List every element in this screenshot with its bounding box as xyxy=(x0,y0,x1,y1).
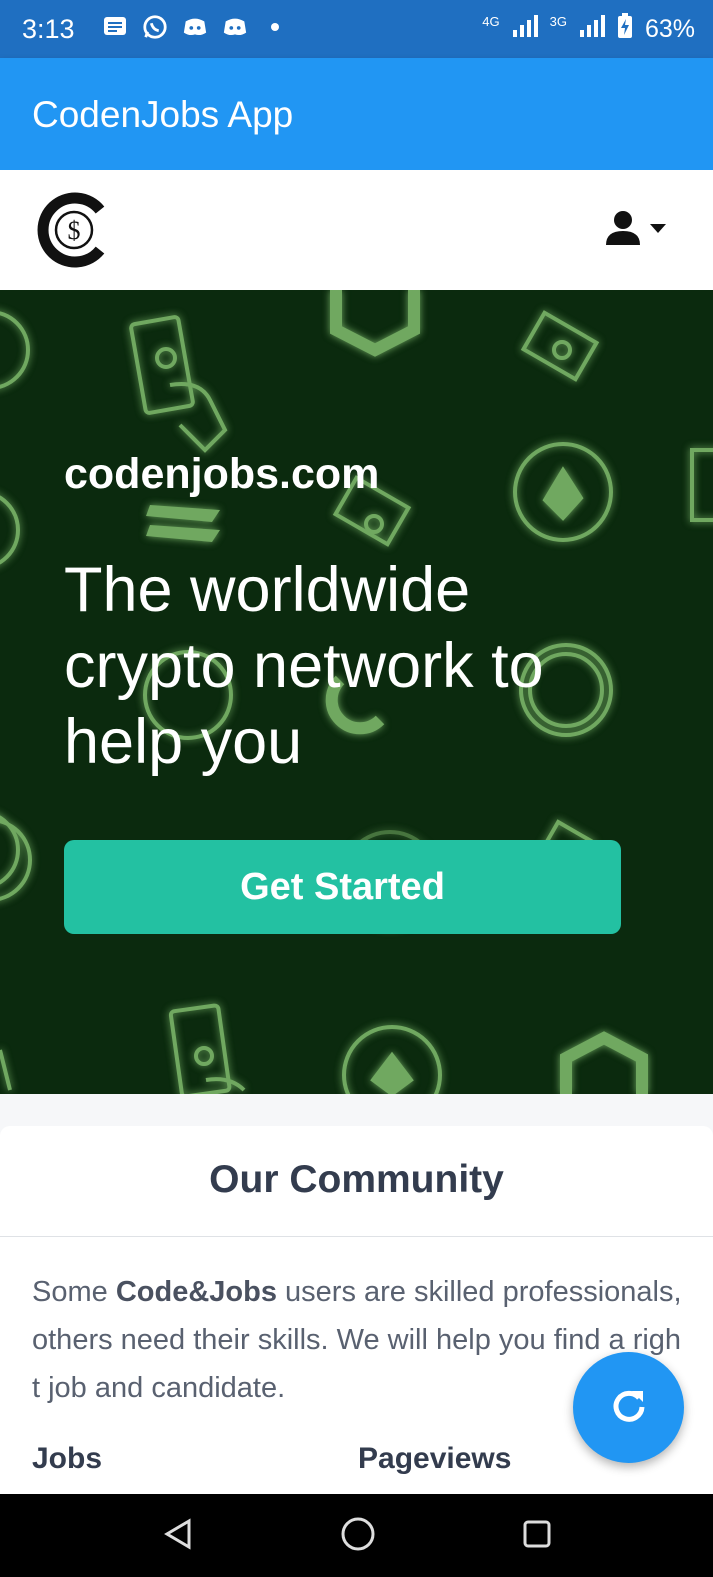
codenjobs-logo[interactable]: $ xyxy=(36,192,112,268)
caret-down-icon xyxy=(650,221,666,239)
message-icon xyxy=(102,14,128,40)
home-button[interactable] xyxy=(334,1512,382,1560)
system-icons: 4G 3G 63% xyxy=(482,13,695,46)
refresh-icon xyxy=(609,1385,649,1430)
notification-icons xyxy=(102,14,288,40)
discord-icon xyxy=(182,14,208,40)
network-3g-label: 3G xyxy=(549,14,567,29)
recents-button[interactable] xyxy=(513,1512,561,1560)
battery-charging-icon xyxy=(617,13,633,46)
site-header: $ xyxy=(0,170,713,291)
hero-domain: codenjobs.com xyxy=(64,450,380,498)
hero-headline: The worldwide crypto network to help you xyxy=(64,555,544,777)
whatsapp-icon xyxy=(142,14,168,40)
app-bar: CodenJobs App xyxy=(0,58,713,170)
network-4g-label: 4G xyxy=(482,14,500,29)
refresh-button[interactable] xyxy=(573,1352,684,1463)
community-brand: Code&Jobs xyxy=(115,1276,277,1308)
get-started-button[interactable]: Get Started xyxy=(64,840,621,934)
svg-text:$: $ xyxy=(68,216,81,245)
divider xyxy=(0,1236,713,1237)
community-text-pre: Some xyxy=(32,1276,116,1308)
home-icon xyxy=(340,1516,376,1557)
hero-section: codenjobs.com The worldwide crypto netwo… xyxy=(0,290,713,1094)
dot-icon xyxy=(262,14,288,40)
user-menu-button[interactable] xyxy=(604,210,676,250)
discord-icon xyxy=(222,14,248,40)
community-title: Our Community xyxy=(209,1158,504,1201)
signal-icon xyxy=(512,14,538,45)
battery-percent: 63% xyxy=(644,15,695,43)
stat-pageviews-label: Pageviews xyxy=(358,1442,512,1475)
recents-icon xyxy=(522,1519,552,1554)
app-title: CodenJobs App xyxy=(32,94,294,135)
user-icon xyxy=(604,210,642,251)
status-bar: 3:13 4G 3G 63% xyxy=(0,0,713,58)
signal-icon xyxy=(579,14,605,45)
back-icon xyxy=(163,1517,193,1555)
back-button[interactable] xyxy=(154,1512,202,1560)
status-time: 3:13 xyxy=(22,14,75,44)
system-nav-bar xyxy=(0,1494,713,1577)
stat-jobs-label: Jobs xyxy=(32,1442,103,1475)
